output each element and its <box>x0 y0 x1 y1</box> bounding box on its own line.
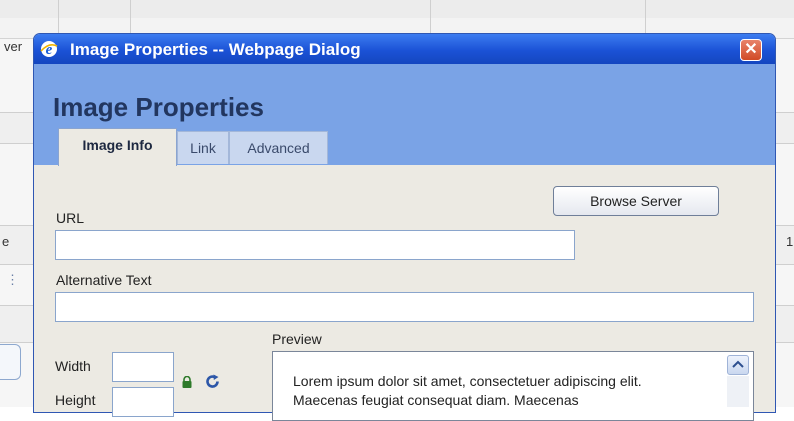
width-input[interactable] <box>112 352 174 382</box>
alt-text-input[interactable] <box>55 292 754 322</box>
height-input[interactable] <box>112 387 174 417</box>
dialog-title: Image Properties -- Webpage Dialog <box>70 40 361 59</box>
alt-text-label: Alternative Text <box>56 272 152 288</box>
background-button[interactable] <box>0 344 21 380</box>
tab-image-info[interactable]: Image Info <box>58 128 177 166</box>
background-label: e <box>2 234 10 249</box>
tab-link[interactable]: Link <box>177 131 229 164</box>
url-input[interactable] <box>55 230 575 260</box>
background-label: ver <box>4 39 23 54</box>
ie-icon: e <box>40 41 58 58</box>
background-grip-icon: ⋮ <box>6 272 19 287</box>
url-label: URL <box>56 210 85 226</box>
preview-label: Preview <box>272 331 322 347</box>
tab-advanced[interactable]: Advanced <box>229 131 328 164</box>
page-title: Image Properties <box>53 92 264 122</box>
background-toolbar <box>0 0 794 19</box>
background-label: 1 <box>786 234 794 249</box>
width-label: Width <box>55 358 91 374</box>
dialog-titlebar[interactable]: e Image Properties -- Webpage Dialog ✕ <box>34 34 775 64</box>
scrollbar-track[interactable] <box>727 376 749 407</box>
lock-icon[interactable] <box>181 376 193 388</box>
chevron-up-icon <box>732 360 744 368</box>
browse-server-button[interactable]: Browse Server <box>553 186 719 216</box>
close-icon: ✕ <box>744 41 758 58</box>
preview-pane[interactable]: Lorem ipsum dolor sit amet, consectetuer… <box>272 351 754 421</box>
height-label: Height <box>55 392 96 408</box>
scroll-up-button[interactable] <box>727 355 749 375</box>
preview-text: Lorem ipsum dolor sit amet, consectetuer… <box>293 373 642 408</box>
reset-size-icon[interactable] <box>204 373 221 390</box>
close-button[interactable]: ✕ <box>740 39 762 61</box>
